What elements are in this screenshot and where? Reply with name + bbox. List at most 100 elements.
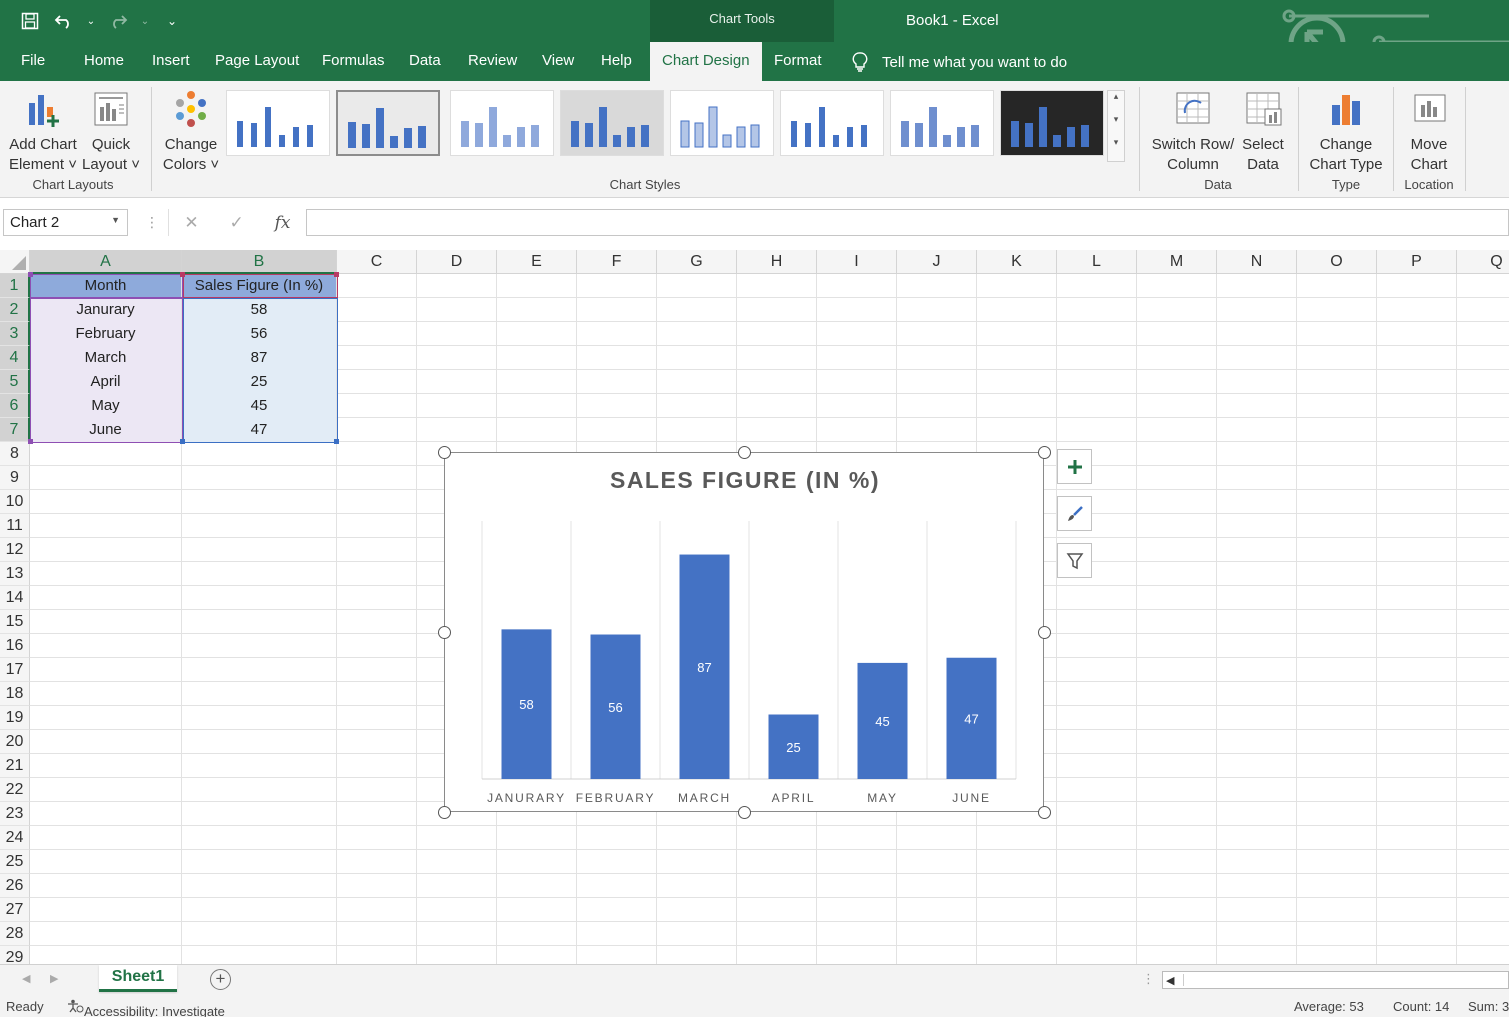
move-chart-button[interactable]: Move Chart [1398, 89, 1460, 175]
tell-me-search[interactable]: Tell me what you want to do [852, 52, 1067, 72]
change-chart-type-button[interactable]: Change Chart Type [1304, 89, 1388, 175]
row-header-4[interactable]: 4 [0, 346, 30, 370]
row-header-15[interactable]: 15 [0, 610, 30, 634]
chart-resize-handle[interactable] [1038, 806, 1051, 819]
column-header-d[interactable]: D [417, 250, 497, 274]
row-header-6[interactable]: 6 [0, 394, 30, 418]
tab-review[interactable]: Review [468, 52, 517, 69]
table-cell-month[interactable]: March [30, 346, 181, 370]
chart-elements-button[interactable] [1057, 449, 1092, 484]
scrollbar-thumb[interactable] [1183, 974, 1508, 986]
tab-home[interactable]: Home [84, 52, 124, 69]
chart-filters-button[interactable] [1057, 543, 1092, 578]
name-box[interactable]: Chart 2 ▼ [3, 209, 128, 236]
row-header-5[interactable]: 5 [0, 370, 30, 394]
table-cell-sales[interactable]: 45 [182, 394, 336, 418]
row-header-18[interactable]: 18 [0, 682, 30, 706]
undo-dropdown-icon[interactable]: ⌄ [86, 9, 96, 33]
row-header-25[interactable]: 25 [0, 850, 30, 874]
accessibility-status[interactable]: Accessibility: Investigate [66, 999, 225, 1017]
table-cell-month[interactable]: February [30, 322, 181, 346]
row-header-9[interactable]: 9 [0, 466, 30, 490]
tab-view[interactable]: View [542, 52, 574, 69]
row-header-23[interactable]: 23 [0, 802, 30, 826]
chart-resize-handle[interactable] [438, 626, 451, 639]
chart-styles-button[interactable] [1057, 496, 1092, 531]
gallery-down-icon[interactable]: ▾ [1108, 114, 1124, 125]
table-header-month[interactable]: Month [30, 274, 181, 298]
column-header-f[interactable]: F [577, 250, 657, 274]
split-grip-icon[interactable]: ⋮ [1142, 971, 1155, 987]
row-header-20[interactable]: 20 [0, 730, 30, 754]
column-header-p[interactable]: P [1377, 250, 1457, 274]
row-header-29[interactable]: 29 [0, 946, 30, 964]
row-header-13[interactable]: 13 [0, 562, 30, 586]
scroll-left-icon[interactable]: ◀ [1166, 974, 1174, 987]
status-count[interactable]: Count: 14 [1393, 999, 1449, 1014]
table-cell-month[interactable]: June [30, 418, 181, 442]
table-cell-sales[interactable]: 56 [182, 322, 336, 346]
tab-chart-design[interactable]: Chart Design [650, 42, 762, 81]
column-header-h[interactable]: H [737, 250, 817, 274]
row-header-3[interactable]: 3 [0, 322, 30, 346]
cancel-icon[interactable]: ✕ [184, 213, 198, 233]
table-cell-sales[interactable]: 47 [182, 418, 336, 442]
chart-style-6[interactable] [780, 90, 884, 156]
chart-data-label[interactable]: 47 [964, 711, 978, 726]
table-header-sales[interactable]: Sales Figure (In %) [182, 274, 336, 298]
row-header-19[interactable]: 19 [0, 706, 30, 730]
column-header-b[interactable]: B [182, 250, 337, 274]
save-icon[interactable] [18, 9, 42, 33]
tab-page-layout[interactable]: Page Layout [215, 52, 299, 69]
select-data-button[interactable]: Select Data [1238, 89, 1288, 175]
formula-input[interactable] [306, 209, 1509, 236]
range-resize-handle[interactable] [28, 439, 33, 444]
tab-insert[interactable]: Insert [152, 52, 190, 69]
chart-data-label[interactable]: 25 [786, 740, 800, 755]
row-header-1[interactable]: 1 [0, 274, 30, 298]
sheet-tab-sheet1[interactable]: Sheet1 [99, 965, 177, 992]
chart-resize-handle[interactable] [438, 446, 451, 459]
row-header-27[interactable]: 27 [0, 898, 30, 922]
chart-resize-handle[interactable] [738, 806, 751, 819]
row-header-24[interactable]: 24 [0, 826, 30, 850]
chart-resize-handle[interactable] [1038, 446, 1051, 459]
chart-plot-area[interactable]: 58 JANURARY 56 FEBRUARY 87 MARCH 25 APRIL 45 MAY 4… [445, 453, 1045, 813]
range-resize-handle[interactable] [180, 272, 185, 277]
table-cell-month[interactable]: Janurary [30, 298, 181, 322]
chart-resize-handle[interactable] [438, 806, 451, 819]
gallery-expand-icon[interactable]: ▾ [1108, 137, 1124, 148]
chart-object[interactable]: SALES FIGURE (IN %) 58 JANURARY 56 FEBRUARY… [444, 452, 1044, 812]
chart-style-1[interactable] [226, 90, 330, 156]
row-header-7[interactable]: 7 [0, 418, 30, 442]
redo-icon[interactable] [106, 9, 130, 33]
column-header-a[interactable]: A [30, 250, 182, 274]
tab-help[interactable]: Help [601, 52, 632, 69]
row-header-10[interactable]: 10 [0, 490, 30, 514]
chart-style-3[interactable] [450, 90, 554, 156]
row-header-2[interactable]: 2 [0, 298, 30, 322]
chart-data-label[interactable]: 87 [697, 660, 711, 675]
gallery-up-icon[interactable]: ▴ [1108, 91, 1124, 102]
chart-data-label[interactable]: 56 [608, 700, 622, 715]
row-header-14[interactable]: 14 [0, 586, 30, 610]
chart-style-7[interactable] [890, 90, 994, 156]
status-average[interactable]: Average: 53 [1294, 999, 1364, 1014]
column-header-c[interactable]: C [337, 250, 417, 274]
column-header-k[interactable]: K [977, 250, 1057, 274]
row-header-22[interactable]: 22 [0, 778, 30, 802]
chart-resize-handle[interactable] [738, 446, 751, 459]
switch-row-column-button[interactable]: Switch Row/ Column [1148, 89, 1238, 175]
name-box-dropdown-icon[interactable]: ▼ [111, 215, 120, 225]
row-header-16[interactable]: 16 [0, 634, 30, 658]
row-header-12[interactable]: 12 [0, 538, 30, 562]
chart-style-5[interactable] [670, 90, 774, 156]
table-cell-sales[interactable]: 87 [182, 346, 336, 370]
range-resize-handle[interactable] [28, 272, 33, 277]
row-header-8[interactable]: 8 [0, 442, 30, 466]
chart-style-4[interactable] [560, 90, 664, 156]
customize-icon[interactable]: ⌄ [160, 9, 184, 33]
column-header-q[interactable]: Q [1457, 250, 1509, 274]
column-header-o[interactable]: O [1297, 250, 1377, 274]
prev-sheet-icon[interactable]: ◀ [22, 972, 30, 985]
